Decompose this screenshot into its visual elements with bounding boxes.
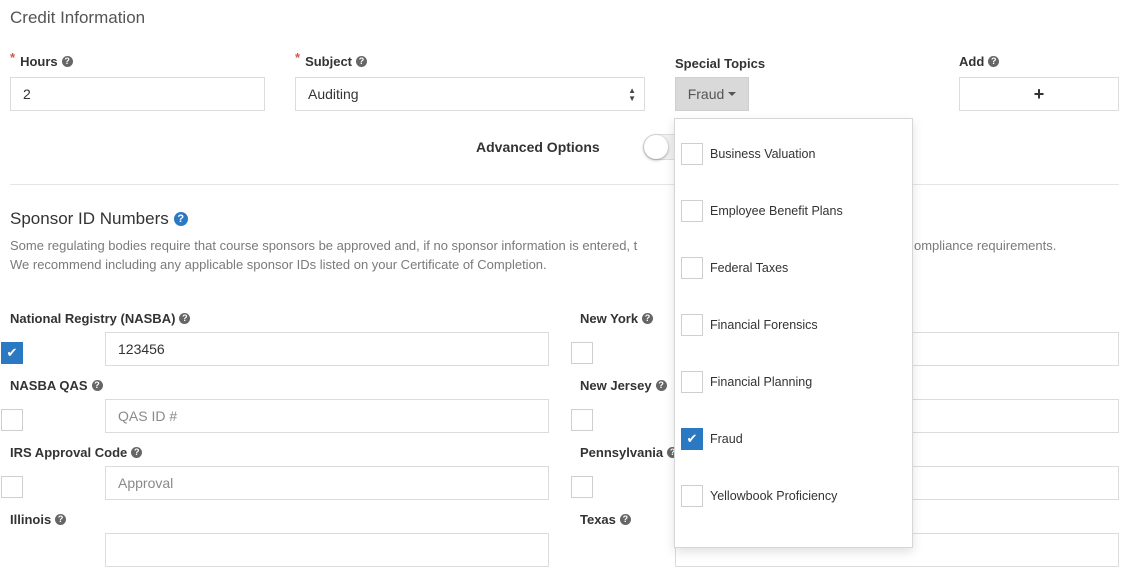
- dropdown-item-label: Federal Taxes: [710, 261, 789, 275]
- add-button[interactable]: +: [959, 77, 1119, 111]
- new-york-checkbox[interactable]: [571, 342, 593, 364]
- special-topics-dropdown: Business Valuation Employee Benefit Plan…: [674, 118, 913, 548]
- pennsylvania-label: Pennsylvania ?: [580, 445, 679, 460]
- nasba-qas-checkbox[interactable]: [1, 409, 23, 431]
- dropdown-checkbox[interactable]: [681, 314, 703, 336]
- texas-label-text: Texas: [580, 512, 616, 527]
- pennsylvania-checkbox[interactable]: [571, 476, 593, 498]
- dropdown-item-label: Yellowbook Proficiency: [710, 489, 838, 503]
- special-topics-label: Special Topics: [675, 56, 766, 71]
- hours-label-text: Hours: [20, 54, 58, 69]
- subject-label-text: Subject: [305, 54, 353, 69]
- irs-approval-label-text: IRS Approval Code: [10, 445, 128, 460]
- new-york-label: New York ?: [580, 311, 654, 326]
- dropdown-checkbox[interactable]: [681, 200, 703, 222]
- dropdown-item-federal-taxes[interactable]: Federal Taxes: [681, 256, 788, 280]
- dropdown-item-fraud[interactable]: ✔ Fraud: [681, 427, 743, 451]
- toggle-knob: [644, 135, 668, 159]
- required-marker: *: [10, 50, 16, 65]
- dropdown-item-label: Financial Planning: [710, 375, 813, 389]
- special-topics-button[interactable]: Fraud: [675, 77, 749, 111]
- subject-select[interactable]: Auditing ▲ ▼: [295, 77, 645, 111]
- subject-select-value: Auditing: [308, 86, 359, 102]
- sponsor-description-line2: We recommend including any applicable sp…: [10, 257, 547, 272]
- section-divider: [10, 184, 1119, 185]
- irs-approval-checkbox[interactable]: [1, 476, 23, 498]
- hours-input[interactable]: 2: [10, 77, 265, 111]
- special-topics-button-label: Fraud: [687, 86, 725, 102]
- nasba-label-text: National Registry (NASBA): [10, 311, 176, 326]
- help-icon[interactable]: ?: [655, 380, 667, 391]
- dropdown-checkbox-checked[interactable]: ✔: [681, 428, 703, 450]
- nasba-qas-input[interactable]: QAS ID #: [105, 399, 549, 433]
- sponsor-section-title: Sponsor ID Numbers: [10, 209, 169, 228]
- help-icon[interactable]: ?: [61, 56, 73, 67]
- nasba-input[interactable]: 123456: [105, 332, 549, 366]
- sponsor-description-line1: Some regulating bodies require that cour…: [10, 238, 638, 253]
- texas-label: Texas ?: [580, 512, 631, 527]
- illinois-label-text: Illinois: [10, 512, 52, 527]
- pennsylvania-label-text: Pennsylvania: [580, 445, 664, 460]
- help-icon[interactable]: ?: [91, 380, 103, 391]
- credit-section-title: Credit Information: [10, 8, 146, 27]
- illinois-label: Illinois ?: [10, 512, 67, 527]
- advanced-options-label: Advanced Options: [476, 139, 600, 155]
- dropdown-checkbox[interactable]: [681, 485, 703, 507]
- help-icon[interactable]: ?: [131, 447, 143, 458]
- dropdown-item-business-valuation[interactable]: Business Valuation: [681, 142, 815, 166]
- new-jersey-label-text: New Jersey: [580, 378, 652, 393]
- help-icon[interactable]: ?: [179, 313, 191, 324]
- illinois-input[interactable]: [105, 533, 549, 567]
- nasba-qas-label: NASBA QAS ?: [10, 378, 103, 393]
- help-icon[interactable]: ?: [173, 212, 188, 226]
- help-icon[interactable]: ?: [356, 56, 368, 67]
- dropdown-item-label: Employee Benefit Plans: [710, 204, 843, 218]
- dropdown-checkbox[interactable]: [681, 143, 703, 165]
- nasba-label: National Registry (NASBA) ?: [10, 311, 191, 326]
- new-jersey-label: New Jersey ?: [580, 378, 667, 393]
- help-icon[interactable]: ?: [642, 313, 654, 324]
- dropdown-item-label: Fraud: [710, 432, 743, 446]
- sponsor-title-row: Sponsor ID Numbers ?: [10, 209, 188, 229]
- dropdown-checkbox[interactable]: [681, 257, 703, 279]
- select-arrows-icon: ▲ ▼: [628, 87, 636, 103]
- down-arrow-icon: ▼: [628, 94, 636, 103]
- help-icon[interactable]: ?: [988, 56, 1000, 67]
- dropdown-item-financial-forensics[interactable]: Financial Forensics: [681, 313, 818, 337]
- add-label-text: Add: [959, 54, 985, 69]
- dropdown-item-financial-planning[interactable]: Financial Planning: [681, 370, 812, 394]
- subject-label: * Subject ?: [295, 50, 368, 69]
- dropdown-checkbox[interactable]: [681, 371, 703, 393]
- add-label: Add ?: [959, 54, 1000, 69]
- caret-down-icon: [728, 92, 737, 96]
- help-icon[interactable]: ?: [619, 514, 631, 525]
- new-jersey-checkbox[interactable]: [571, 409, 593, 431]
- dropdown-item-yellowbook-proficiency[interactable]: Yellowbook Proficiency: [681, 484, 837, 508]
- help-icon[interactable]: ?: [55, 514, 67, 525]
- sponsor-description-line1-end: ompliance requirements.: [914, 238, 1057, 253]
- dropdown-item-label: Financial Forensics: [710, 318, 818, 332]
- dropdown-item-employee-benefit-plans[interactable]: Employee Benefit Plans: [681, 199, 843, 223]
- new-york-label-text: New York: [580, 311, 639, 326]
- hours-label: * Hours ?: [10, 50, 73, 69]
- nasba-qas-label-text: NASBA QAS: [10, 378, 88, 393]
- irs-approval-input[interactable]: Approval: [105, 466, 549, 500]
- nasba-checkbox[interactable]: ✔: [1, 342, 23, 364]
- dropdown-item-label: Business Valuation: [710, 147, 816, 161]
- required-marker: *: [295, 50, 301, 65]
- irs-approval-label: IRS Approval Code ?: [10, 445, 143, 460]
